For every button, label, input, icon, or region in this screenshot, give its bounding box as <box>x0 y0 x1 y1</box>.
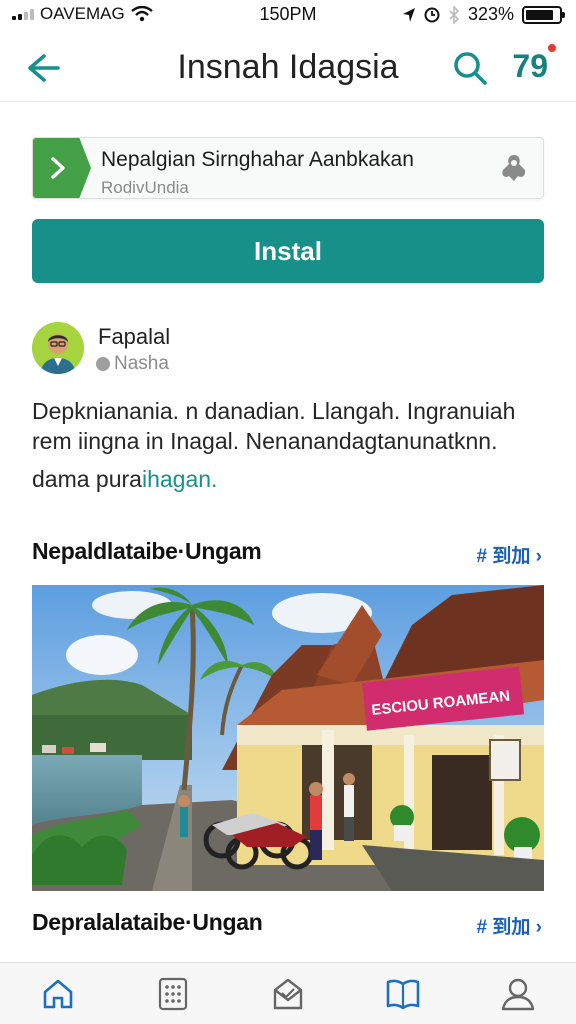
user-portrait-icon <box>32 322 84 374</box>
status-right: 323% <box>402 4 565 25</box>
banner-chevron <box>33 138 91 198</box>
location-icon <box>402 7 415 22</box>
post-body-link[interactable]: ihagan. <box>142 466 217 492</box>
battery-percent: 323% <box>467 4 514 24</box>
book-icon <box>386 979 420 1009</box>
banner-subtitle: RodivUndia <box>101 178 189 197</box>
section-more-link[interactable]: # 到加 › <box>477 912 542 939</box>
battery-icon <box>522 5 565 24</box>
app-banner[interactable]: Nepalgian Sirnghahar Aanbkakan RodivUndi… <box>32 137 544 199</box>
post-body-line: rem iingna in Inagal. Nenanandagtanunatk… <box>32 428 498 454</box>
tab-home[interactable] <box>33 969 83 1019</box>
inbox-icon <box>273 978 303 1009</box>
bluetooth-icon <box>449 5 460 24</box>
post-body: Depknianania. n danadian. Llangah. Ingra… <box>32 396 552 456</box>
tab-book[interactable] <box>378 969 428 1019</box>
search-icon <box>454 52 487 85</box>
status-bar: OAVEMAG 150PM 323% <box>0 0 576 30</box>
tab-profile[interactable] <box>493 969 543 1019</box>
profile-icon <box>502 978 535 1010</box>
tab-inbox[interactable] <box>263 969 313 1019</box>
section-photo[interactable]: ESCIOU ROAMEAN <box>32 585 544 891</box>
tab-grid[interactable] <box>148 969 198 1019</box>
post-author[interactable]: Fapalal <box>98 324 170 350</box>
notification-counter[interactable]: 79 <box>512 48 548 85</box>
section-title: Depralalataibe·Ungan <box>32 909 263 935</box>
nav-bar: Insnah Idagsia 79 <box>0 30 576 102</box>
avatar[interactable] <box>32 322 84 374</box>
chevron-right-icon <box>51 157 65 179</box>
section-more-link[interactable]: # 到加 › <box>477 541 542 568</box>
install-button[interactable]: Instal <box>32 219 544 283</box>
tab-bar <box>0 962 576 1024</box>
search-button[interactable] <box>450 48 490 88</box>
post-handle: Nasha <box>96 353 169 375</box>
post-body-line: dama puraihagan. <box>32 466 217 493</box>
notification-dot <box>546 42 558 54</box>
grid-icon <box>158 977 187 1010</box>
badge-icon[interactable] <box>499 152 529 184</box>
handle-status-icon <box>96 357 110 371</box>
alarm-icon <box>424 7 440 22</box>
banner-title: Nepalgian Sirnghahar Aanbkakan <box>101 148 414 171</box>
post-body-text: dama pura <box>32 466 142 492</box>
home-icon <box>43 979 72 1008</box>
post-body-line: Depknianania. n danadian. Llangah. Ingra… <box>32 398 516 424</box>
handle-label: Nasha <box>114 353 169 374</box>
village-photo: ESCIOU ROAMEAN <box>32 585 544 891</box>
section-title: Nepaldlataibe·Ungam <box>32 538 262 564</box>
